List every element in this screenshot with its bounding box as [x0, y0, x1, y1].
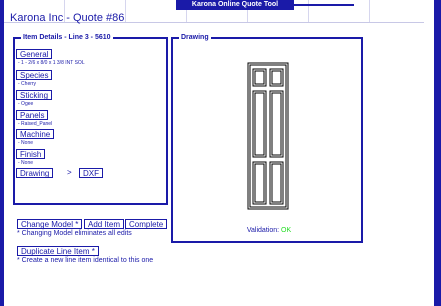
door-outline	[247, 62, 289, 210]
change-model-button[interactable]: Change Model *	[17, 219, 83, 229]
dxf-button[interactable]: DXF	[79, 168, 103, 178]
add-item-button[interactable]: Add Item	[84, 219, 125, 229]
panels-button[interactable]: Panels	[16, 110, 49, 120]
machine-value: - None	[18, 140, 34, 146]
sticking-button[interactable]: Sticking	[16, 90, 53, 100]
panels-value: - Raised_Panel	[18, 121, 53, 127]
duplicate-note: * Create a new line item identical to th…	[17, 257, 154, 264]
quote-title: Karona Inc - Quote #86	[10, 12, 125, 24]
door-svg	[247, 62, 289, 210]
finish-value: - None	[18, 160, 34, 166]
drawing-legend: Drawing	[179, 32, 211, 44]
sticking-value: - Ogee	[18, 101, 34, 107]
general-value: - 1 - 2/6 x 8/0 x 1 3/8 INT SOL	[18, 60, 85, 66]
species-value: - Cherry	[18, 81, 37, 87]
duplicate-line-item-button[interactable]: Duplicate Line Item *	[17, 246, 99, 256]
general-button[interactable]: General	[16, 49, 53, 59]
complete-button[interactable]: Complete	[125, 219, 168, 229]
drawing-panel: Drawing Validation: OK	[171, 32, 365, 243]
change-model-note: * Changing Model eliminates all edits	[17, 230, 132, 237]
drawing-separator: >	[67, 168, 72, 177]
item-details-legend: Item Details - Line 3 - 5610	[21, 32, 113, 44]
validation-status: OK	[281, 227, 292, 234]
door-drawing	[193, 61, 343, 218]
drawing-button[interactable]: Drawing	[16, 168, 54, 178]
finish-button[interactable]: Finish	[16, 149, 46, 159]
validation-line: Validation: OK	[173, 227, 365, 234]
title-rule	[294, 4, 354, 6]
validation-label: Validation:	[246, 227, 280, 234]
app-title: Karona Online Quote Tool	[176, 0, 294, 10]
machine-button[interactable]: Machine	[16, 129, 55, 139]
species-button[interactable]: Species	[16, 70, 53, 80]
